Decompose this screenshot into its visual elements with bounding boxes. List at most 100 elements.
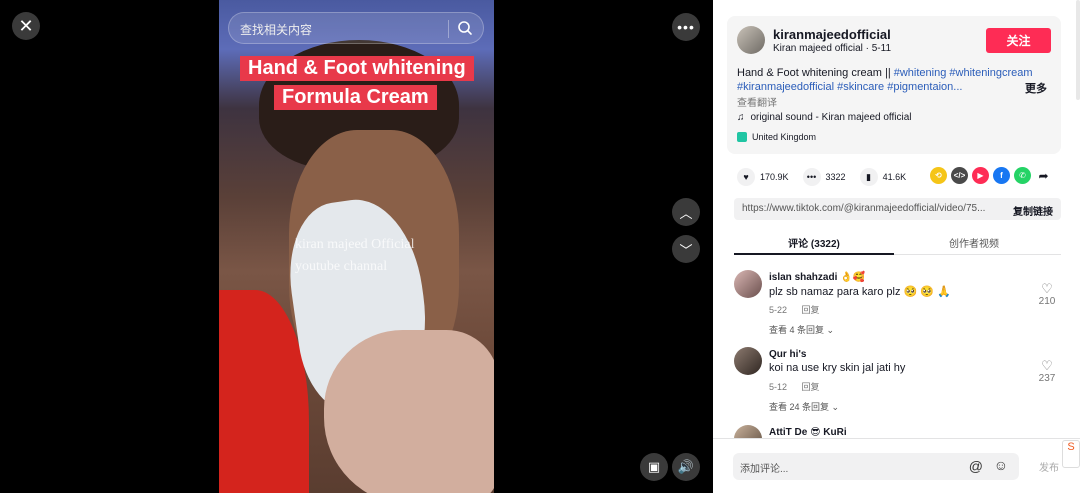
- video-watermark: kiran majeed Official youtube channal: [295, 234, 414, 278]
- hashtag-link[interactable]: #pigmentaion...: [887, 81, 962, 93]
- search-divider: [448, 20, 449, 38]
- tab-creator-videos[interactable]: 创作者视频: [894, 235, 1054, 250]
- commenter-avatar[interactable]: [734, 347, 762, 375]
- comment-item: Qur hi's koi na use kry skin jal jati hy…: [734, 347, 1061, 417]
- volume-button[interactable]: 🔊: [672, 453, 700, 481]
- view-replies-label: 查看 4 条回复: [769, 325, 825, 335]
- translate-button[interactable]: 查看翻译: [737, 94, 777, 109]
- embed-icon[interactable]: </>: [951, 167, 968, 184]
- sound-link[interactable]: ♫ original sound - Kiran majeed official: [737, 112, 912, 123]
- chevron-down-icon: ⌄: [831, 402, 840, 412]
- comment-icon: •••: [802, 168, 821, 186]
- more-icon: •••: [677, 19, 695, 35]
- post-comment-button[interactable]: 发布: [1039, 459, 1059, 474]
- save-button[interactable]: ▮ 41.6K: [859, 168, 907, 186]
- share-options: ⟲ </> ▶ f ✆ ➦: [930, 167, 1052, 184]
- facebook-icon[interactable]: f: [993, 167, 1010, 184]
- view-replies-button[interactable]: 查看 24 条回复 ⌄: [769, 400, 839, 413]
- author-subline: Kiran majeed official · 5-11: [773, 43, 892, 54]
- sogou-badge-icon[interactable]: S: [1062, 440, 1080, 468]
- like-button[interactable]: ♥ 170.9K: [737, 168, 789, 186]
- heart-outline-icon: ♡: [1041, 358, 1053, 373]
- hashtag-link[interactable]: #whitening: [894, 67, 947, 79]
- author-avatar[interactable]: [737, 26, 765, 54]
- hashtag-link[interactable]: #skincare: [837, 81, 884, 93]
- comment-meta: 5-22 回复: [769, 303, 832, 316]
- reply-button[interactable]: 回复: [802, 382, 820, 392]
- heart-outline-icon: ♡: [1041, 281, 1053, 296]
- mention-icon[interactable]: @: [969, 458, 983, 474]
- video-search-input[interactable]: 查找相关内容: [228, 12, 484, 44]
- comment-meta: 5-12 回复: [769, 380, 832, 393]
- repost-icon[interactable]: ⟲: [930, 167, 947, 184]
- follow-button[interactable]: 关注: [986, 28, 1051, 53]
- chevron-down-icon: ⌄: [826, 325, 835, 335]
- commenter-avatar[interactable]: [734, 425, 762, 438]
- pip-icon: ▣: [647, 459, 661, 474]
- panel-tabs: 评论 (3322) 创作者视频: [734, 230, 1061, 255]
- active-tab-indicator: [734, 253, 894, 255]
- engagement-stats: ♥ 170.9K ••• 3322 ▮ 41.6K: [737, 166, 920, 188]
- music-note-icon: ♫: [737, 112, 745, 123]
- video-player[interactable]: kiran majeed Official youtube channal 查找…: [219, 0, 494, 493]
- picture-in-picture-button[interactable]: ▣: [640, 453, 668, 481]
- share-arrow-icon[interactable]: ➦: [1035, 167, 1052, 184]
- commenter-name[interactable]: Qur hi's: [769, 349, 806, 360]
- volume-icon: 🔊: [677, 459, 695, 474]
- region-tag: United Kingdom: [737, 132, 816, 142]
- video-description: Hand & Foot whitening cream || #whitenin…: [737, 66, 1053, 94]
- comment-count: 3322: [825, 172, 846, 182]
- view-replies-button[interactable]: 查看 4 条回复 ⌄: [769, 323, 834, 336]
- comment-text: koi na use kry skin jal jati hy: [769, 362, 906, 374]
- tab-comments[interactable]: 评论 (3322): [734, 235, 894, 250]
- whatsapp-icon[interactable]: ✆: [1014, 167, 1031, 184]
- scrollbar[interactable]: [1076, 0, 1080, 100]
- comment-item: islan shahzadi 👌🥰 plz sb namaz para karo…: [734, 270, 1061, 340]
- location-icon: [737, 132, 747, 142]
- send-icon[interactable]: ▶: [972, 167, 989, 184]
- app-root: ✕ kiran majeed Official youtube channal …: [0, 0, 1080, 493]
- reply-button[interactable]: 回复: [802, 305, 820, 315]
- author-username[interactable]: kiranmajeedofficial: [773, 27, 891, 42]
- video-caption-line-1: Hand & Foot whitening: [240, 56, 474, 81]
- comment-placeholder: 添加评论...: [740, 464, 789, 475]
- comment-like-count: 237: [1038, 373, 1056, 384]
- close-button[interactable]: ✕: [12, 12, 40, 40]
- comment-button[interactable]: ••• 3322: [802, 168, 846, 186]
- save-count: 41.6K: [882, 172, 907, 182]
- chevron-up-icon: ︿: [679, 205, 693, 221]
- close-icon: ✕: [18, 15, 34, 36]
- comment-like-button[interactable]: ♡ 237: [1035, 358, 1059, 385]
- comment-list: islan shahzadi 👌🥰 plz sb namaz para karo…: [734, 262, 1061, 438]
- video-link-bar: https://www.tiktok.com/@kiranmajeedoffic…: [734, 198, 1061, 220]
- description-more-button[interactable]: 更多: [1025, 80, 1047, 96]
- comment-item: AttiT De 😎 KuRi: [734, 425, 1061, 438]
- comment-like-count: 210: [1038, 296, 1056, 307]
- commenter-avatar[interactable]: [734, 270, 762, 298]
- watermark-line-1: kiran majeed Official: [295, 237, 415, 252]
- region-label: United Kingdom: [752, 132, 817, 142]
- search-icon[interactable]: [457, 20, 473, 36]
- description-text: Hand & Foot whitening cream ||: [737, 67, 894, 79]
- hashtag-link[interactable]: #kiranmajeedofficial: [737, 81, 834, 93]
- details-panel: kiranmajeedofficial Kiran majeed officia…: [713, 0, 1080, 493]
- video-area: ✕ kiran majeed Official youtube channal …: [0, 0, 713, 493]
- hashtag-link[interactable]: #whiteningcream: [949, 67, 1032, 79]
- emoji-icon[interactable]: ☺: [994, 457, 1008, 473]
- bookmark-icon: ▮: [859, 168, 878, 186]
- comment-date: 5-22: [769, 305, 788, 315]
- video-url[interactable]: https://www.tiktok.com/@kiranmajeedoffic…: [742, 203, 985, 214]
- copy-link-button[interactable]: 复制链接: [1013, 203, 1053, 218]
- previous-video-button[interactable]: ︿: [672, 198, 700, 226]
- sound-label: original sound - Kiran majeed official: [750, 112, 912, 123]
- commenter-name[interactable]: islan shahzadi 👌🥰: [769, 272, 865, 283]
- commenter-name[interactable]: AttiT De 😎 KuRi: [769, 427, 847, 438]
- like-count: 170.9K: [760, 172, 789, 182]
- comment-input[interactable]: 添加评论... @ ☺: [733, 453, 1019, 480]
- comment-composer: 添加评论... @ ☺ 发布: [713, 438, 1080, 493]
- heart-icon: ♥: [737, 168, 755, 186]
- more-options-button[interactable]: •••: [672, 13, 700, 41]
- comment-like-button[interactable]: ♡ 210: [1035, 281, 1059, 308]
- video-info-card: kiranmajeedofficial Kiran majeed officia…: [727, 16, 1061, 154]
- next-video-button[interactable]: ﹀: [672, 235, 700, 263]
